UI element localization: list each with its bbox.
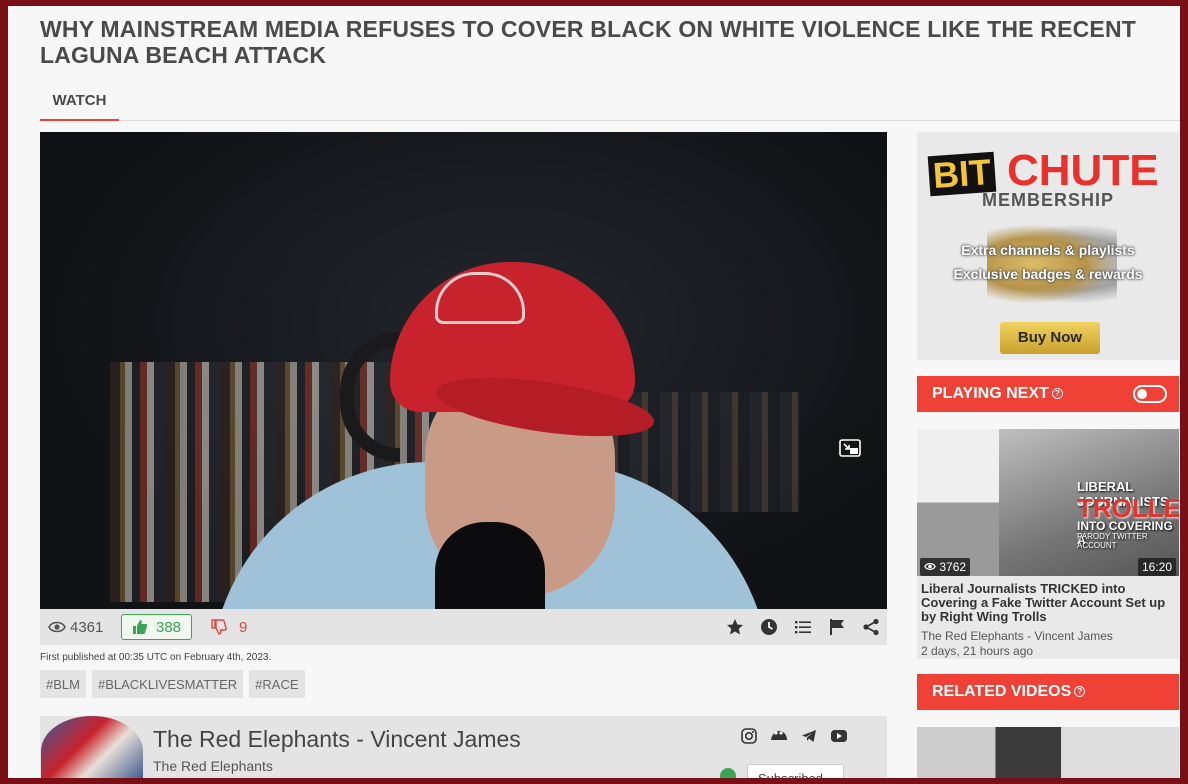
channel-social-links [740, 727, 848, 745]
thumbnail-view-count-value: 3762 [939, 560, 967, 574]
picture-in-picture-button[interactable] [830, 428, 870, 468]
dislike-button[interactable]: 9 [211, 617, 247, 637]
add-to-playlist-button[interactable] [793, 617, 813, 637]
eye-icon [924, 562, 936, 571]
thumbnail-duration: 16:20 [1137, 558, 1176, 576]
playing-next-thumbnail[interactable]: LIBERAL JOURNALISTS TROLLED INTO COVERIN… [917, 429, 1179, 576]
channel-owner[interactable]: The Red Elephants [153, 758, 273, 774]
help-icon[interactable]: ? [1074, 686, 1086, 697]
thumbs-up-icon [132, 620, 148, 634]
related-video-thumbnail[interactable] [917, 727, 1179, 778]
thumbnail-text-4: PARODY TWITTER ACCOUNT [1077, 532, 1148, 550]
tag-list: #BLM #BLACKLIVESMATTER #RACE [40, 670, 305, 698]
report-button[interactable] [827, 617, 847, 637]
youtube-link[interactable] [830, 727, 848, 745]
playing-next-card[interactable]: LIBERAL JOURNALISTS TROLLED INTO COVERIN… [917, 429, 1179, 659]
clock-icon [761, 619, 777, 635]
ad-badge-coins [987, 224, 1117, 304]
ad-line-1: Extra channels & playlists [961, 242, 1135, 258]
tab-bar: WATCH [40, 86, 1180, 121]
tag-race[interactable]: #RACE [249, 670, 305, 698]
subscribe-button[interactable]: Subscribed [747, 764, 844, 778]
playing-next-title-link[interactable]: Liberal Journalists TRICKED into Coverin… [921, 582, 1179, 624]
ad-membership-label: MEMBERSHIP [981, 190, 1114, 210]
tag-blacklivesmatter[interactable]: #BLACKLIVESMATTER [91, 670, 244, 698]
video-player[interactable] [40, 132, 887, 609]
ad-line-2: Exclusive badges & rewards [953, 266, 1143, 282]
youtube-icon [831, 730, 847, 742]
instagram-icon [741, 728, 757, 744]
favorite-button[interactable] [725, 617, 745, 637]
telegram-link[interactable] [800, 727, 818, 745]
share-button[interactable] [861, 617, 881, 637]
subscribed-check-icon [720, 768, 736, 778]
like-button[interactable]: 388 [121, 614, 192, 640]
publish-date: First published at 00:35 UTC on February… [40, 652, 272, 663]
view-count: 4361 [48, 617, 103, 637]
dislike-count: 9 [239, 618, 248, 636]
playing-next-title: PLAYING NEXT [932, 385, 1049, 402]
gab-frog-icon [771, 730, 787, 740]
star-icon [727, 619, 743, 635]
share-icon [863, 618, 879, 636]
playing-next-header: PLAYING NEXT? [917, 376, 1179, 412]
channel-bar: The Red Elephants - Vincent James The Re… [40, 716, 887, 778]
playing-next-channel[interactable]: The Red Elephants - Vincent James [921, 629, 1113, 643]
video-microphone [435, 522, 545, 609]
eye-icon [48, 621, 66, 633]
autoplay-toggle[interactable] [1133, 385, 1167, 403]
telegram-icon [802, 730, 816, 742]
channel-name[interactable]: The Red Elephants - Vincent James [153, 726, 521, 753]
logo-chute: CHUTE [1007, 146, 1159, 195]
playlist-icon [795, 621, 811, 634]
view-count-value: 4361 [70, 618, 104, 636]
picture-in-picture-icon [839, 439, 861, 457]
video-title: WHY MAINSTREAM MEDIA REFUSES TO COVER BL… [40, 16, 1137, 68]
video-action-icons [725, 617, 881, 637]
thumbs-down-icon [211, 619, 227, 635]
thumbnail-left-panel [917, 429, 999, 576]
buy-now-button[interactable]: Buy Now [1000, 322, 1100, 354]
playing-next-date: 2 days, 21 hours ago [921, 644, 1034, 658]
watch-later-button[interactable] [759, 617, 779, 637]
channel-avatar[interactable] [41, 716, 143, 778]
flag-icon [830, 619, 844, 635]
bitchute-logo: BIT CHUTE [923, 140, 1173, 197]
tag-blm[interactable]: #BLM [40, 670, 86, 698]
instagram-link[interactable] [740, 727, 758, 745]
like-count: 388 [155, 618, 182, 636]
tab-watch[interactable]: WATCH [40, 86, 119, 121]
toggle-knob [1137, 389, 1147, 399]
related-videos-title: RELATED VIDEOS [932, 683, 1072, 700]
gab-link[interactable] [770, 727, 788, 745]
video-action-bar: 4361 388 9 [40, 609, 887, 645]
bitchute-membership-ad[interactable]: BIT CHUTE MEMBERSHIP Extra channels & pl… [917, 132, 1179, 360]
thumbnail-view-count: 3762 [920, 558, 971, 576]
page: WHY MAINSTREAM MEDIA REFUSES TO COVER BL… [8, 6, 1180, 778]
help-icon[interactable]: ? [1051, 388, 1063, 399]
related-videos-header: RELATED VIDEOS? [917, 674, 1179, 710]
